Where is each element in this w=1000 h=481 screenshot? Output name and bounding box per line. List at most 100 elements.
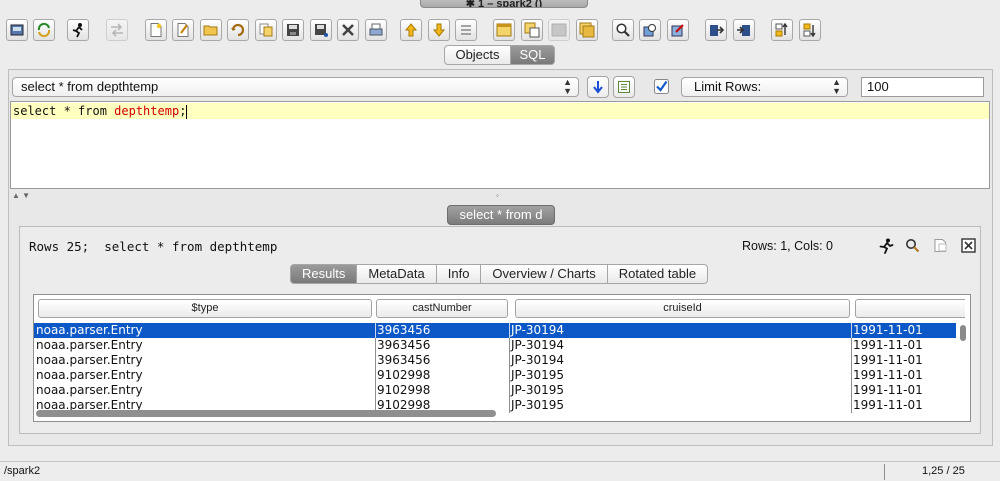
window-gray-icon <box>551 23 567 37</box>
tab-sql[interactable]: SQL <box>510 45 555 65</box>
toolbar-button-db-connect[interactable] <box>6 19 28 41</box>
sql-editor[interactable]: select * from depthtemp; <box>10 101 990 189</box>
horizontal-scroll-thumb[interactable] <box>36 410 496 417</box>
table-row[interactable]: noaa.parser.Entry 3963456 JP-30194 1991-11-… <box>34 353 956 368</box>
cell-cruiseid: JP-30194 <box>509 338 847 353</box>
tab-objects[interactable]: Objects <box>444 45 511 65</box>
status-bar: /spark2 1,25 / 25 <box>0 461 1000 481</box>
tab-overview-charts[interactable]: Overview / Charts <box>481 264 608 284</box>
cell-type: noaa.parser.Entry <box>36 338 143 352</box>
query-history-select[interactable]: select * from depthtemp ▲ ▼ <box>12 77 579 97</box>
splitter-handle-icon: ◦ <box>496 191 499 200</box>
print-icon <box>369 23 383 36</box>
toolbar-button-window-stack[interactable] <box>576 19 598 41</box>
rows-summary: Rows 25; select * from depthtemp <box>29 239 278 254</box>
toolbar-button-refresh[interactable] <box>33 19 55 41</box>
rows-cols-count: Rows: 1, Cols: 0 <box>742 239 834 253</box>
search-results-button[interactable] <box>904 237 921 254</box>
query-history-value: select * from depthtemp <box>21 79 159 94</box>
window-title: ✱ 1 – spark2 () <box>420 0 588 8</box>
checkmark-icon <box>654 79 669 94</box>
column-header-type[interactable]: $type <box>38 299 372 318</box>
column-header-cruiseid[interactable]: cruiseId <box>515 299 850 318</box>
status-position: 1,25 / 25 <box>922 465 965 477</box>
toolbar-button-undo[interactable] <box>227 19 249 41</box>
toolbar-button-new-file[interactable] <box>145 19 167 41</box>
cell-castnumber: 9102998 <box>375 368 505 383</box>
close-results-button[interactable] <box>960 237 977 254</box>
toolbar-button-transfer[interactable] <box>106 19 128 41</box>
toolbar-button-search[interactable] <box>612 19 634 41</box>
cell-type: noaa.parser.Entry <box>36 383 143 397</box>
sql-editor-line: select * from depthtemp; <box>11 103 989 119</box>
toolbar-button-export[interactable] <box>733 19 755 41</box>
toolbar-button-save[interactable] <box>282 19 304 41</box>
table-row[interactable]: noaa.parser.Entry 9102998 JP-30195 1991-11-… <box>34 368 956 383</box>
transfer-icon <box>111 23 123 37</box>
cell-castnumber: 3963456 <box>375 323 505 338</box>
toolbar-button-import[interactable] <box>705 19 727 41</box>
table-row[interactable]: noaa.parser.Entry 9102998 JP-30195 1991-11-… <box>34 383 956 398</box>
cell-castnumber: 9102998 <box>375 383 505 398</box>
cell-date: 1991-11-01 <box>851 353 956 368</box>
results-table[interactable]: $type castNumber cruiseId noaa.parser.En… <box>33 294 971 422</box>
toolbar-button-sort-asc[interactable] <box>771 19 793 41</box>
tab-metadata[interactable]: MetaData <box>357 264 437 284</box>
table-row[interactable]: noaa.parser.Entry 3963456 JP-30194 1991-11-… <box>34 323 956 338</box>
limit-rows-checkbox[interactable] <box>654 79 669 94</box>
horizontal-scrollbar[interactable] <box>36 408 956 418</box>
column-header-date[interactable] <box>855 299 965 318</box>
splitter-bar[interactable]: ▲ ▼ ◦ <box>10 190 990 202</box>
list-icon <box>461 25 471 35</box>
toolbar-button-sort-desc[interactable] <box>799 19 821 41</box>
arrow-up-icon <box>404 23 418 37</box>
vertical-scrollbar[interactable] <box>958 323 968 421</box>
arrow-down-icon <box>432 23 446 37</box>
sort-desc-icon <box>803 23 816 38</box>
toolbar-button-arrow-up[interactable] <box>400 19 422 41</box>
collapse-arrows-icon: ▲ ▼ <box>12 191 31 200</box>
history-list-button[interactable] <box>613 76 635 98</box>
status-path: /spark2 <box>4 465 41 477</box>
table-row[interactable]: noaa.parser.Entry 3963456 JP-30194 1991-11-… <box>34 338 956 353</box>
toolbar-button-copy-file[interactable] <box>255 19 277 41</box>
toolbar-button-list[interactable] <box>455 19 477 41</box>
chevron-updown-icon: ▲ ▼ <box>832 77 841 96</box>
limit-rows-input[interactable]: 100 <box>861 77 984 97</box>
toolbar-button-window-copy[interactable] <box>521 19 543 41</box>
tab-results[interactable]: Results <box>290 264 358 284</box>
cell-date: 1991-11-01 <box>851 383 956 398</box>
tab-rotated-table[interactable]: Rotated table <box>607 264 709 284</box>
running-man-icon <box>879 238 893 254</box>
detach-results-button[interactable] <box>932 237 949 254</box>
import-icon <box>710 25 724 36</box>
cell-castnumber: 3963456 <box>375 338 505 353</box>
status-divider <box>884 464 885 480</box>
run-result-button[interactable] <box>877 237 894 254</box>
result-tab[interactable]: select * from d <box>447 205 555 225</box>
window-stack-icon <box>579 22 595 38</box>
toolbar-button-save-as[interactable] <box>310 19 332 41</box>
toolbar-button-delete[interactable] <box>337 19 359 41</box>
tab-info[interactable]: Info <box>436 264 482 284</box>
sql-keyword: select * from <box>13 104 115 118</box>
toolbar-button-zoom-settings[interactable] <box>667 19 689 41</box>
toolbar-button-zoom-tool[interactable] <box>639 19 661 41</box>
limit-mode-select[interactable]: Limit Rows: ▲ ▼ <box>681 77 848 97</box>
toolbar-button-window-gray[interactable] <box>548 19 570 41</box>
vertical-scroll-thumb[interactable] <box>960 325 966 341</box>
toolbar-button-window[interactable] <box>493 19 515 41</box>
refresh-icon <box>37 22 51 38</box>
execute-down-button[interactable] <box>587 76 609 98</box>
toolbar-button-arrow-down[interactable] <box>428 19 450 41</box>
toolbar-button-open-folder[interactable] <box>200 19 222 41</box>
cell-castnumber: 3963456 <box>375 353 505 368</box>
results-tab-bar: Results MetaData Info Overview / Charts … <box>290 264 709 284</box>
column-header-castnumber[interactable]: castNumber <box>376 299 508 318</box>
toolbar-button-print[interactable] <box>365 19 387 41</box>
cell-date: 1991-11-01 <box>851 323 956 338</box>
chevron-updown-icon: ▲ ▼ <box>563 77 572 96</box>
toolbar-button-edit-file[interactable] <box>172 19 194 41</box>
save-as-icon <box>315 24 328 37</box>
toolbar-button-run[interactable] <box>67 19 89 41</box>
